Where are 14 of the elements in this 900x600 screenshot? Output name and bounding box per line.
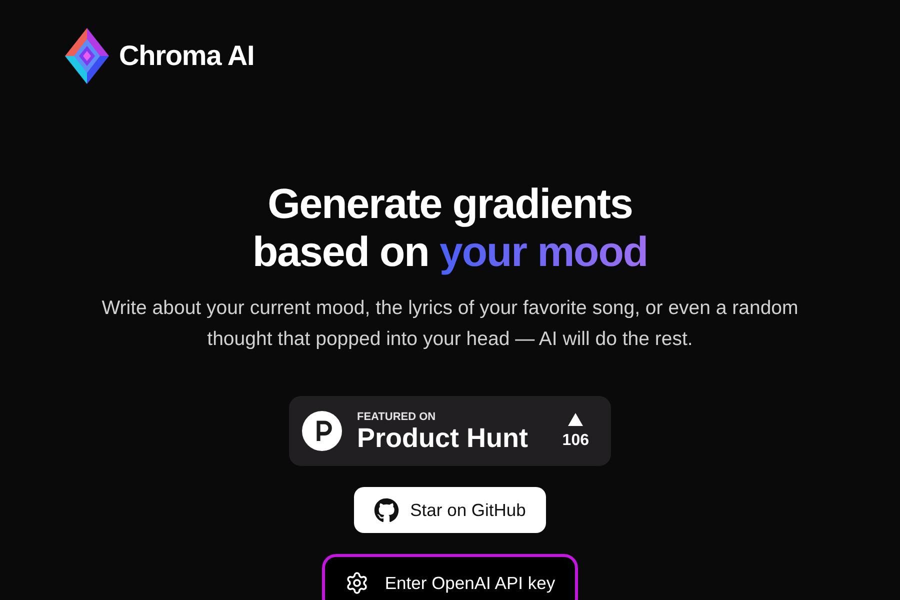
featured-label: FEATURED ON	[357, 410, 437, 424]
featured-badge[interactable]: FEATURED ON Product Hunt 106	[289, 396, 611, 466]
hero-headline: Generate gradients based on your mood	[252, 180, 648, 276]
upvote-count: 106	[562, 433, 589, 449]
upvote-triangle-icon	[568, 413, 584, 426]
api-key-button[interactable]: Enter OpenAI API key	[322, 554, 578, 600]
p-logo-icon	[302, 411, 342, 451]
product-name: Product Hunt	[357, 424, 528, 452]
brand-name: Chroma AI	[119, 40, 254, 72]
github-star-button[interactable]: Star on GitHub	[354, 487, 546, 533]
hero-description: Write about your current mood, the lyrics of your favorite song, or even a random thought that popped into your head — AI will do the rest.	[100, 296, 800, 352]
diamond-logo-icon	[65, 28, 109, 84]
github-icon	[374, 498, 400, 522]
settings-icon	[344, 571, 369, 595]
